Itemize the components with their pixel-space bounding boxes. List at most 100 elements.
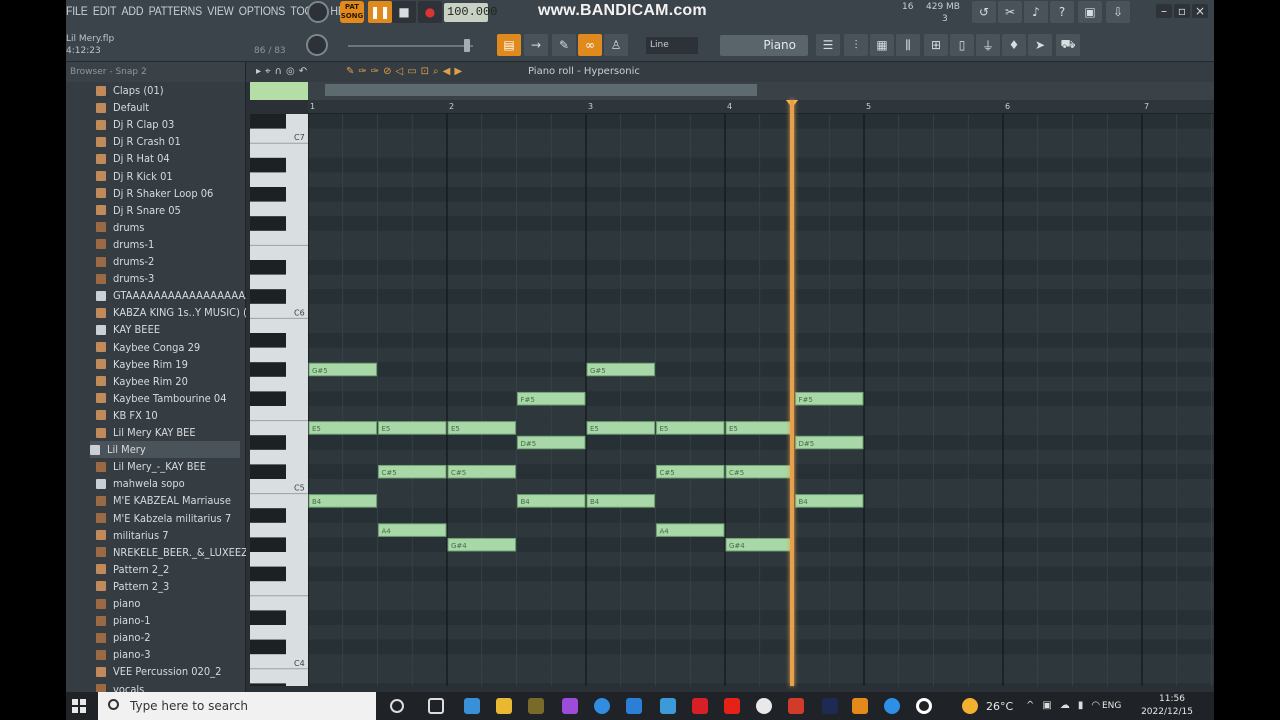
browser-item[interactable]: M'E Kabzela militarius 7 [96,510,246,527]
file-icon[interactable]: ▯ [950,34,974,56]
file-explorer-icon[interactable] [496,698,512,714]
store-icon[interactable] [464,698,480,714]
black-key[interactable] [250,435,286,450]
cut-icon[interactable]: ✂ [998,1,1022,23]
note[interactable]: B4 [586,494,655,508]
pitch-knob[interactable] [306,34,328,56]
taskbar-search[interactable]: Type here to search [98,692,376,720]
cart-icon[interactable]: ⛟ [1056,34,1080,56]
note[interactable]: C#5 [656,464,725,479]
note[interactable]: G#4 [725,537,794,552]
note[interactable]: F#5 [795,391,864,406]
arrow-right-icon[interactable]: → [524,34,548,56]
note[interactable]: E5 [447,421,516,435]
browser-item[interactable]: Kaybee Tambourine 04 [96,390,246,407]
note[interactable]: B4 [795,494,864,508]
note[interactable]: C#5 [378,464,447,479]
app-icon[interactable] [528,698,544,714]
record-button[interactable]: ● [418,1,442,23]
tree-icon[interactable]: ⊞ [924,34,948,56]
overview-clip[interactable] [325,84,757,96]
photoshop-icon[interactable] [822,698,838,714]
keyboard-svg[interactable]: C7 C6 C5 C4 [250,114,308,686]
note[interactable]: D#5 [795,435,864,450]
bandicam-icon[interactable] [916,698,932,714]
browser-item[interactable]: M'E KABZEAL Marriause [96,492,246,509]
app-icon-3[interactable] [660,698,676,714]
browser-item[interactable]: Pattern 2_3 [96,578,246,595]
netflix-icon[interactable] [692,698,708,714]
browser-item[interactable]: Pattern 2_2 [96,561,246,578]
playhead[interactable] [790,100,795,686]
browser-item[interactable]: Dj R Clap 03 [96,116,246,133]
channel-rack-icon[interactable]: ⫶ [844,34,868,56]
black-key[interactable] [250,289,286,304]
browser-item[interactable]: piano [96,595,246,612]
browser-item[interactable]: Lil Mery_-_KAY BEE [96,458,246,475]
note[interactable]: F#5 [517,391,586,406]
browser-header[interactable]: Browser - Snap 2 [66,62,245,82]
master-pitch-slider[interactable] [348,45,473,47]
browser-item[interactable]: drums [96,219,246,236]
black-key[interactable] [250,391,286,406]
note[interactable]: E5 [308,421,377,435]
plug-icon[interactable]: ⏚ [976,34,1000,56]
black-key[interactable] [250,610,286,625]
youtube-icon[interactable] [724,698,740,714]
black-key[interactable] [250,260,286,275]
browser-item[interactable]: KAY BEEE [96,321,246,338]
note[interactable]: G#5 [586,362,655,377]
browser-item[interactable]: GTAAAAAAAAAAAAAAAAAAA [96,287,246,304]
note[interactable]: E5 [586,421,655,435]
windows-start-icon[interactable] [72,699,86,713]
clock-date[interactable]: 2022/12/15 [1132,707,1202,717]
app-icon-2[interactable] [562,698,578,714]
browser-item[interactable]: piano-1 [96,612,246,629]
black-key[interactable] [250,362,286,377]
browser-item[interactable]: Dj R Crash 01 [96,133,246,150]
piano-roll-overview[interactable] [250,82,1214,100]
browser-item[interactable]: Lil Mery [90,441,240,459]
browser-item[interactable]: VEE Percussion 020_2 [96,663,246,680]
timeline-ruler[interactable]: 1 2 3 4 5 6 7 [308,100,1214,114]
black-key[interactable] [250,508,286,523]
note[interactable]: E5 [656,421,725,435]
note[interactable]: E5 [378,421,447,435]
black-key[interactable] [250,566,286,582]
task-view-icon[interactable] [428,698,444,714]
black-key[interactable] [250,157,286,173]
playlist-icon[interactable]: ▤ [497,34,521,56]
browser-item[interactable]: Dj R Snare 05 [96,202,246,219]
eq-icon[interactable]: ⫼ [896,34,920,56]
export-icon[interactable]: ⇩ [1106,1,1130,23]
browser-item[interactable]: drums-2 [96,253,246,270]
browser-item[interactable]: drums-3 [96,270,246,287]
master-volume-knob[interactable] [307,1,329,23]
note[interactable]: A4 [656,523,725,537]
stop-button[interactable]: ■ [392,1,416,23]
note[interactable]: G#4 [447,537,516,552]
browser-item[interactable]: militarius 7 [96,527,246,544]
tempo-display[interactable]: 100.000 [444,3,497,22]
note[interactable]: A4 [378,523,447,537]
browser-item[interactable]: Kaybee Conga 29 [96,339,246,356]
mixer-icon[interactable]: ☰ [816,34,840,56]
note[interactable]: G#5 [308,362,377,377]
menu-options[interactable]: OPTIONS [239,4,285,18]
mail-icon[interactable] [626,698,642,714]
brush-icon[interactable]: ♦ [1002,34,1026,56]
snap-mode-select[interactable]: Line [646,37,698,54]
metronome-icon[interactable]: ♙ [604,34,628,56]
note[interactable]: C#5 [725,464,794,479]
menu-patterns[interactable]: PATTERNS [149,4,203,18]
browser-item[interactable]: Lil Mery KAY BEE [96,424,246,441]
menu-add[interactable]: ADD [122,4,144,18]
browser-item[interactable]: piano-2 [96,629,246,646]
undo-icon[interactable]: ↺ [972,1,996,23]
note[interactable]: B4 [308,494,377,508]
browser-item[interactable]: KB FX 10 [96,407,246,424]
snap-link-icon[interactable]: ∞ [578,34,602,56]
minimize-icon[interactable]: – [1156,4,1172,18]
overview-tab[interactable] [250,82,308,100]
note[interactable]: D#5 [517,435,586,450]
